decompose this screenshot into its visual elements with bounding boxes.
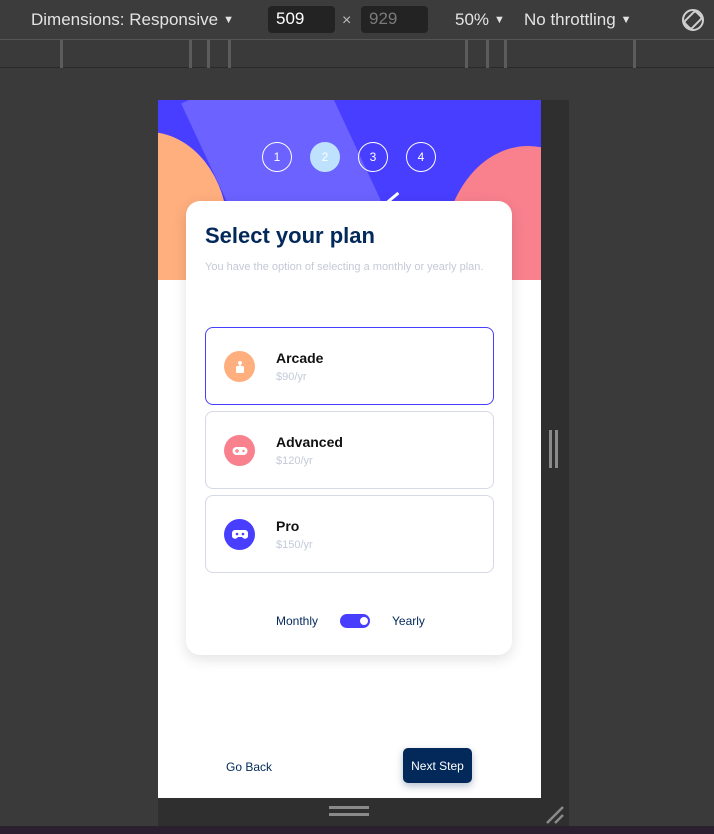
step-4[interactable]: 4 (406, 142, 436, 172)
zoom-label: 50% (455, 10, 490, 29)
dimensions-caret-icon: ▼ (223, 14, 234, 26)
zoom-caret-icon: ▼ (494, 14, 505, 26)
step-3[interactable]: 3 (358, 142, 388, 172)
plan-price: $150/yr (276, 539, 313, 551)
page-subtitle: You have the option of selecting a month… (205, 261, 484, 273)
plan-price: $90/yr (276, 371, 307, 383)
right-grip-icon (549, 430, 558, 468)
bottom-grip-icon (329, 806, 369, 816)
dimensions-dropdown[interactable]: Dimensions: Responsive ▼ (31, 10, 234, 30)
plan-name: Advanced (276, 434, 343, 450)
plan-name: Pro (276, 518, 300, 534)
device-viewport: 1 2 3 4 Select your plan You have the op… (158, 100, 541, 798)
times-separator: × (342, 12, 352, 29)
go-back-button[interactable]: Go Back (226, 760, 272, 774)
throttling-label: No throttling (524, 10, 616, 29)
arcade-icon (224, 351, 255, 382)
toggle-knob (360, 617, 368, 625)
monthly-label[interactable]: Monthly (276, 614, 318, 628)
throttling-dropdown[interactable]: No throttling ▼ (524, 10, 632, 30)
zoom-dropdown[interactable]: 50% ▼ (455, 10, 505, 30)
plan-card: Select your plan You have the option of … (186, 201, 512, 655)
yearly-label[interactable]: Yearly (392, 614, 425, 628)
window-bottom-bar (0, 826, 714, 834)
plan-option-arcade[interactable]: Arcade $90/yr (205, 327, 494, 405)
plan-name: Arcade (276, 350, 324, 366)
step-1[interactable]: 1 (262, 142, 292, 172)
media-query-ruler (0, 40, 714, 68)
dimensions-label: Dimensions: Responsive (31, 10, 219, 29)
devtools-toolbar: Dimensions: Responsive ▼ 509 × 929 50% ▼ N… (0, 0, 714, 40)
billing-toggle-switch[interactable] (340, 614, 370, 628)
step-indicator: 1 2 3 4 (262, 142, 436, 172)
rotate-icon[interactable] (680, 7, 706, 33)
plan-option-advanced[interactable]: Advanced $120/yr (205, 411, 494, 489)
step-2[interactable]: 2 (310, 142, 340, 172)
page-title: Select your plan (205, 223, 375, 248)
throttling-caret-icon: ▼ (620, 14, 632, 26)
plan-price: $120/yr (276, 455, 313, 467)
plan-option-pro[interactable]: Pro $150/yr (205, 495, 494, 573)
gamepad-icon (224, 435, 255, 466)
next-step-button[interactable]: Next Step (403, 748, 472, 783)
billing-toggle-row: Monthly Yearly (186, 611, 512, 631)
controller-icon (224, 519, 255, 550)
height-input[interactable]: 929 (361, 6, 428, 33)
corner-resize-icon[interactable] (543, 803, 565, 825)
width-input[interactable]: 509 (268, 6, 335, 33)
